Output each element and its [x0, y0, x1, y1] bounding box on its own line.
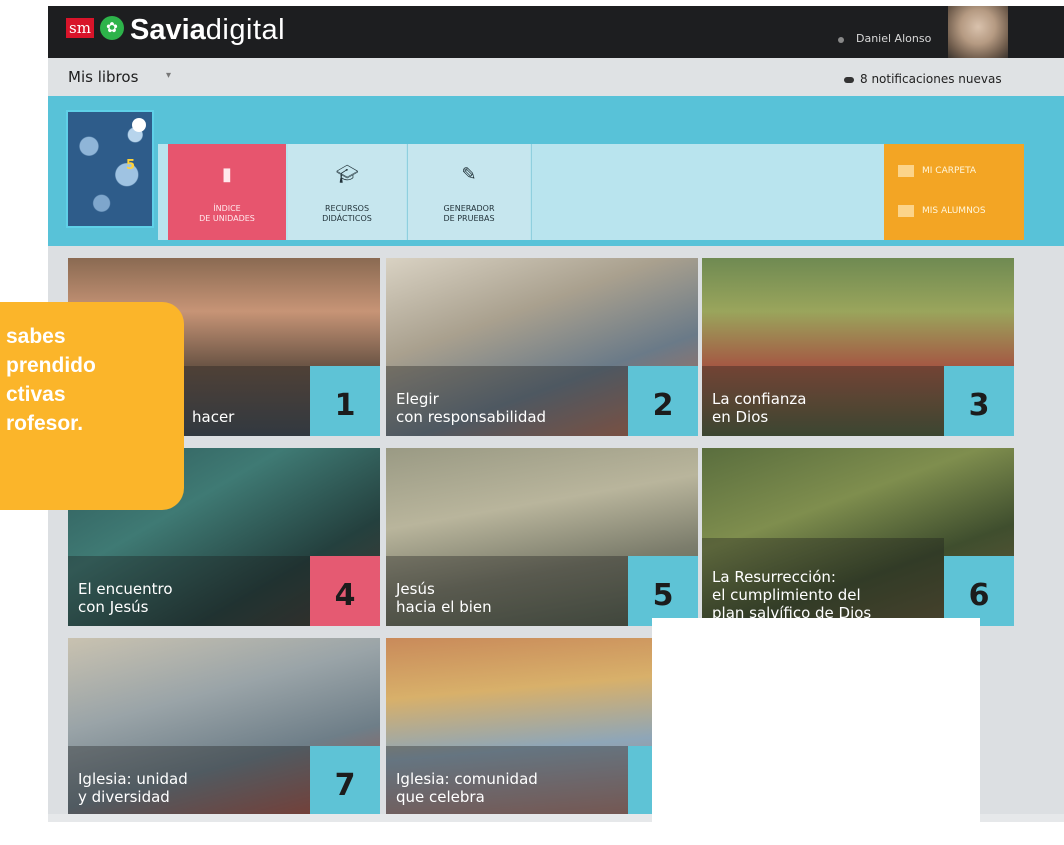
book-toolbar: 5 ▮ ÍNDICE DE UNIDADES 🎓︎ RECURSOS DIDÁC… — [48, 96, 1064, 246]
sub-bar: Mis libros ▾ 8 notificaciones nuevas — [48, 58, 1064, 96]
my-students-button[interactable]: MIS ALUMNOS — [898, 200, 986, 222]
sm-logo: sm — [66, 18, 94, 38]
chevron-down-icon[interactable]: ▾ — [166, 70, 171, 81]
unit-title: Jesús hacia el bien — [396, 580, 492, 616]
unit-card-2[interactable]: Elegir con responsabilidad 2 — [386, 258, 698, 436]
teaching-resources-label: RECURSOS DIDÁCTICOS — [322, 204, 372, 223]
logo-bold: Savia — [130, 14, 206, 46]
unit-card-7[interactable]: Iglesia: unidad y diversidad 7 — [68, 638, 380, 816]
unit-card-5[interactable]: Jesús hacia el bien 5 — [386, 448, 698, 626]
students-icon — [898, 204, 914, 217]
unit-title: El encuentro con Jesús — [78, 580, 173, 616]
info-callout: sabes prendido ctivas rofesor. — [0, 302, 184, 510]
unit-title: Iglesia: comunidad que celebra — [396, 770, 538, 806]
my-folder-button[interactable]: MI CARPETA — [898, 160, 976, 182]
top-bar: sm ✿ Saviadigital Daniel Alonso — [48, 6, 1064, 58]
book-cover[interactable]: 5 — [66, 110, 154, 228]
test-generator-button[interactable]: ✎ GENERADOR DE PRUEBAS — [408, 144, 530, 240]
unit-title: La confianza en Dios — [712, 390, 807, 426]
unit-number: 3 — [944, 366, 1014, 436]
unit-card-3[interactable]: La confianza en Dios 3 — [702, 258, 1014, 436]
pencil-icon: ✎ — [461, 164, 477, 185]
my-books-dropdown[interactable]: Mis libros — [68, 68, 138, 86]
unit-number: 6 — [944, 556, 1014, 626]
notification-icon — [844, 77, 854, 83]
divider — [531, 144, 532, 240]
unit-title: Iglesia: unidad y diversidad — [78, 770, 188, 806]
notifications-link[interactable]: 8 notificaciones nuevas — [860, 72, 1002, 86]
book-number: 5 — [126, 158, 136, 173]
savia-digital-logo[interactable]: Saviadigital — [130, 12, 285, 46]
folder-icon — [898, 164, 914, 177]
unit-card-6[interactable]: La Resurrección: el cumplimiento del plan … — [702, 448, 1014, 626]
callout-text: sabes prendido ctivas rofesor. — [6, 325, 96, 435]
logo-light: digital — [205, 14, 286, 46]
book-badge-icon — [132, 118, 146, 132]
test-generator-label: GENERADOR DE PRUEBAS — [443, 204, 495, 223]
unit-number: 5 — [628, 556, 698, 626]
leaf-icon: ✿ — [100, 16, 124, 40]
empty-panel — [652, 618, 980, 826]
graduation-cap-icon: 🎓︎ — [335, 164, 359, 185]
unit-title: La Resurrección: el cumplimiento del plan … — [712, 568, 872, 622]
user-name[interactable]: Daniel Alonso — [856, 32, 931, 45]
unit-title: Elegir con responsabilidad — [396, 390, 547, 426]
unit-number: 4 — [310, 556, 380, 626]
side-buttons-panel: MI CARPETA MIS ALUMNOS — [884, 144, 1024, 240]
teaching-resources-button[interactable]: 🎓︎ RECURSOS DIDÁCTICOS — [288, 144, 406, 240]
document-icon: ▮ — [222, 164, 232, 185]
unit-number: 1 — [310, 366, 380, 436]
unit-number: 2 — [628, 366, 698, 436]
avatar[interactable] — [948, 6, 1008, 58]
user-menu-bullet-icon — [838, 37, 844, 43]
unit-number: 7 — [310, 746, 380, 816]
unit-index-button[interactable]: ▮ ÍNDICE DE UNIDADES — [168, 144, 286, 240]
unit-title: hacer — [192, 408, 235, 426]
unit-index-label: ÍNDICE DE UNIDADES — [199, 204, 255, 223]
